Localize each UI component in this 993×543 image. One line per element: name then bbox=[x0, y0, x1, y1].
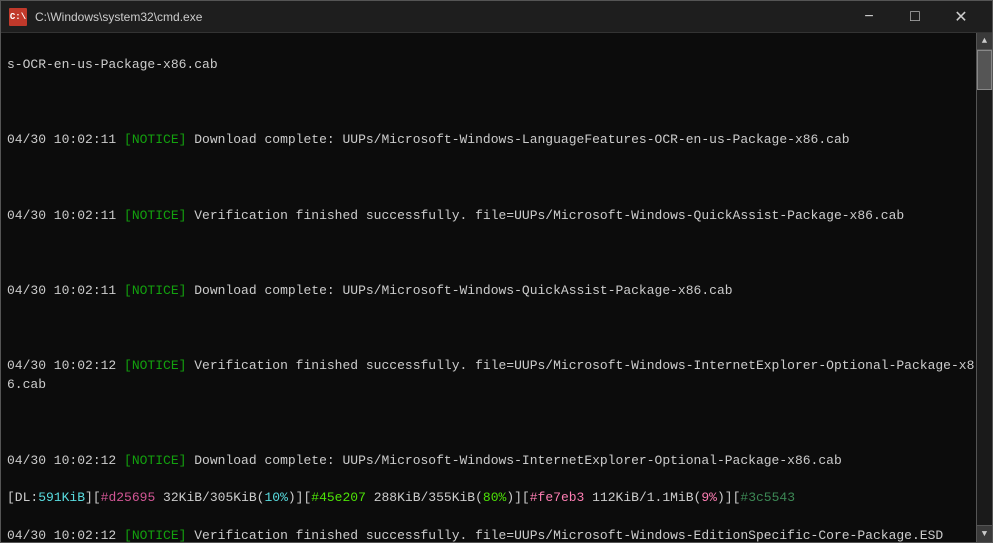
scroll-down-button[interactable]: ▼ bbox=[977, 525, 993, 542]
scroll-up-button[interactable]: ▲ bbox=[977, 33, 993, 50]
console-area: s-OCR-en-us-Package-x86.cab 04/30 10:02:… bbox=[1, 33, 992, 542]
console-line-blank bbox=[7, 169, 986, 188]
console-line: 04/30 10:02:11 [NOTICE] Download complet… bbox=[7, 282, 986, 301]
console-line-blank bbox=[7, 320, 986, 339]
console-line: s-OCR-en-us-Package-x86.cab bbox=[7, 56, 986, 75]
console-line: 04/30 10:02:11 [NOTICE] Verification fin… bbox=[7, 207, 986, 226]
console-output[interactable]: s-OCR-en-us-Package-x86.cab 04/30 10:02:… bbox=[1, 33, 992, 542]
scrollbar-thumb[interactable] bbox=[977, 50, 992, 90]
close-button[interactable]: ✕ bbox=[938, 1, 984, 33]
scrollbar[interactable]: ▲ ▼ bbox=[976, 33, 992, 542]
cmd-window: C:\ C:\Windows\system32\cmd.exe − □ ✕ s-… bbox=[0, 0, 993, 543]
console-line: 04/30 10:02:12 [NOTICE] Verification fin… bbox=[7, 357, 986, 395]
console-line-blank bbox=[7, 244, 986, 263]
minimize-button[interactable]: − bbox=[846, 1, 892, 33]
titlebar: C:\ C:\Windows\system32\cmd.exe − □ ✕ bbox=[1, 1, 992, 33]
console-line: 04/30 10:02:12 [NOTICE] Verification fin… bbox=[7, 527, 986, 542]
window-title: C:\Windows\system32\cmd.exe bbox=[35, 10, 846, 24]
console-line: 04/30 10:02:12 [NOTICE] Download complet… bbox=[7, 452, 986, 471]
window-controls: − □ ✕ bbox=[846, 1, 984, 33]
maximize-button[interactable]: □ bbox=[892, 1, 938, 33]
console-line-dl1: [DL:591KiB][#d25695 32KiB/305KiB(10%)][#… bbox=[7, 489, 986, 508]
console-line-blank bbox=[7, 414, 986, 433]
console-line-blank bbox=[7, 94, 986, 113]
app-icon: C:\ bbox=[9, 8, 27, 26]
console-line: 04/30 10:02:11 [NOTICE] Download complet… bbox=[7, 131, 986, 150]
